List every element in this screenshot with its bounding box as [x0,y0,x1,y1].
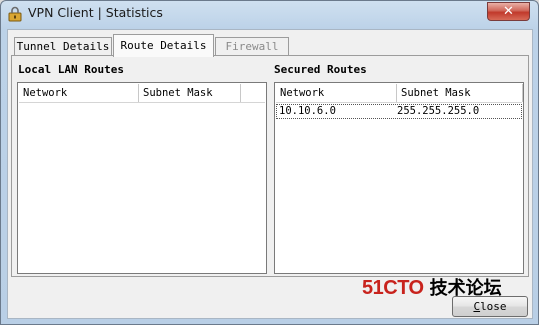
title-bar[interactable]: VPN Client | Statistics ✕ [1,1,538,27]
tab-tunnel-details[interactable]: Tunnel Details [14,37,112,56]
tab-label: Route Details [120,39,207,52]
route-details-panel: Local LAN Routes Network Subnet Mask Sec… [11,55,529,277]
local-lan-routes-list[interactable]: Network Subnet Mask [17,82,267,274]
tab-route-details[interactable]: Route Details [113,34,214,57]
column-header-network[interactable]: Network [276,84,397,102]
watermark-brand: 51CTO [362,277,424,299]
local-routes-header: Network Subnet Mask [19,84,265,103]
column-header-subnet-mask[interactable]: Subnet Mask [397,84,523,102]
window-title: VPN Client | Statistics [28,5,163,20]
secured-routes-title: Secured Routes [274,63,367,76]
tab-label: Firewall [225,40,279,53]
vpn-lock-icon [7,6,23,22]
column-header-subnet-mask[interactable]: Subnet Mask [139,84,241,102]
watermark-logo: 51CTO 技术论坛 [362,274,502,299]
tab-firewall: Firewall [215,37,289,56]
close-label-rest: lose [480,300,507,313]
window-close-button[interactable]: ✕ [487,2,530,21]
row-network: 10.10.6.0 [279,105,336,117]
local-lan-routes-title: Local LAN Routes [18,63,124,76]
dialog-body: Tunnel Details Route Details Firewall Lo… [7,29,533,319]
close-icon: ✕ [503,4,514,19]
row-subnet-mask: 255.255.255.0 [397,105,480,117]
close-button[interactable]: Close [452,296,528,317]
secured-routes-header: Network Subnet Mask [276,84,523,103]
table-row[interactable]: 10.10.6.0 255.255.255.0 [276,104,522,119]
tab-label: Tunnel Details [16,40,110,53]
secured-routes-list[interactable]: Network Subnet Mask 10.10.6.0 255.255.25… [274,82,524,274]
statistics-window: VPN Client | Statistics ✕ Tunnel Details… [0,0,539,325]
column-header-network[interactable]: Network [19,84,139,102]
